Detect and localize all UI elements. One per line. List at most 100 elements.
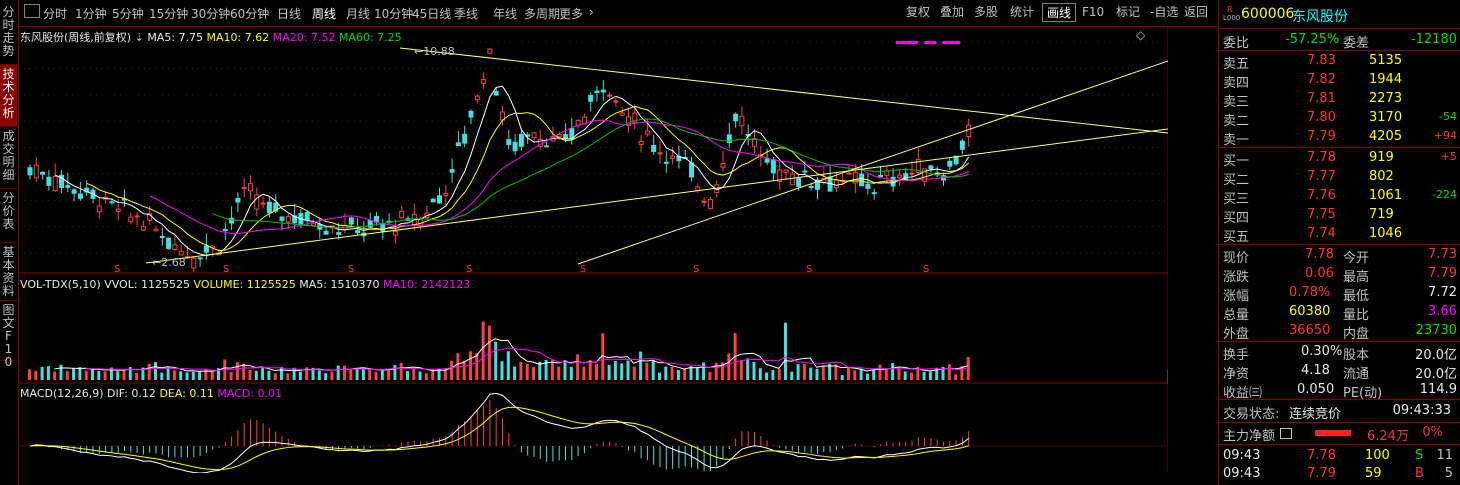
toolbar-menu-icon[interactable]: [24, 4, 40, 18]
vol-indicator-name[interactable]: VOL-TDX(5,10): [20, 278, 101, 291]
stock-name[interactable]: 东风股份: [1292, 6, 1348, 26]
candle-body: [663, 161, 669, 164]
volume-bar: [815, 368, 819, 380]
volume-bar: [532, 367, 535, 380]
toolbar-button-5[interactable]: F10: [1078, 3, 1108, 22]
period-9[interactable]: 10分钟: [374, 5, 413, 22]
period-7[interactable]: 周线: [312, 5, 336, 22]
candle-body: [96, 205, 102, 213]
ask-row-2[interactable]: 卖三 7.81 2273: [1219, 90, 1460, 110]
ask-row-4[interactable]: 卖一 7.79 4205 +94: [1219, 128, 1460, 148]
candle-body: [304, 211, 310, 221]
candle-body: [613, 100, 619, 103]
period-5[interactable]: 60分钟: [230, 5, 269, 22]
volume-bar: [664, 366, 668, 380]
volume-bar: [437, 369, 441, 380]
candle-body: [833, 179, 839, 189]
volume-bar: [399, 362, 403, 380]
candle-body: [71, 189, 77, 194]
candle-body: [266, 201, 272, 214]
period-6[interactable]: 日线: [277, 5, 301, 22]
bid-row-0[interactable]: 买一 7.78 919 +5: [1219, 149, 1460, 169]
volume-bar: [210, 371, 214, 380]
period-11[interactable]: 季线: [454, 5, 478, 22]
volume-bar: [387, 368, 391, 380]
candle-body: [474, 95, 480, 101]
volume-bar: [670, 366, 674, 380]
volume-bar: [658, 372, 661, 380]
main-flow-row[interactable]: 主力净额 6.24万 0%: [1219, 424, 1460, 444]
volume-bar: [802, 364, 806, 380]
left-tab-1[interactable]: 技术分析: [0, 65, 17, 127]
left-tab-4[interactable]: 基本资料: [0, 243, 17, 301]
volume-bar: [513, 366, 517, 380]
bid-row-3[interactable]: 买四 7.75 719: [1219, 206, 1460, 226]
toolbar-button-6[interactable]: 标记: [1112, 3, 1144, 22]
candle-body: [789, 173, 795, 186]
volume-bar: [809, 367, 813, 380]
left-tab-3[interactable]: 分价表: [0, 189, 17, 243]
quote-panel: R L000 600006 东风股份 委比 -57.25% 委差 -12180 卖五 7.83 51…: [1218, 0, 1460, 485]
ask-row-0[interactable]: 卖五 7.83 5135: [1219, 52, 1460, 72]
bid-row-4[interactable]: 买五 7.74 1046: [1219, 225, 1460, 245]
trendline-lower: [145, 128, 1168, 264]
more-arrow-icon[interactable]: ›: [589, 5, 594, 19]
market-badge: R: [1227, 5, 1233, 14]
volume-bar: [494, 341, 498, 380]
volume-bar: [645, 362, 649, 380]
candle-body: [481, 79, 487, 84]
macd-indicator-name[interactable]: MACD(12,26,9): [20, 387, 104, 400]
period-12[interactable]: 年线: [493, 5, 517, 22]
toolbar-button-0[interactable]: 复权: [902, 3, 934, 22]
volume-bar: [859, 368, 863, 380]
period-0[interactable]: 分时: [43, 5, 67, 22]
left-tab-5[interactable]: 图文F10: [0, 301, 17, 369]
toolbar-button-1[interactable]: 叠加: [936, 3, 968, 22]
volume-bar: [273, 373, 277, 380]
volume-bar: [34, 370, 38, 380]
left-tab-2[interactable]: 成交明细: [0, 127, 17, 189]
s-signal-marker-1: S: [223, 264, 229, 275]
period-4[interactable]: 30分钟: [191, 5, 230, 22]
left-tab-0[interactable]: 分时走势: [0, 3, 17, 65]
candle-body: [153, 228, 159, 232]
candle-body: [896, 174, 902, 178]
period-13[interactable]: 多周期: [524, 5, 560, 22]
candle-body: [569, 128, 575, 139]
candle-body: [909, 172, 915, 175]
period-1[interactable]: 1分钟: [75, 5, 107, 22]
volume-bar: [821, 365, 825, 380]
volume-bar: [903, 371, 907, 380]
candle-body: [248, 183, 253, 192]
period-2[interactable]: 5分钟: [112, 5, 144, 22]
candle-body: [109, 201, 115, 204]
main-flow-toggle-icon[interactable]: [1280, 428, 1292, 439]
volume-bar: [897, 367, 901, 380]
tick-row-1: 09:43 7.79 59 B 5: [1223, 466, 1453, 481]
period-8[interactable]: 月线: [346, 5, 370, 22]
volume-bar: [746, 358, 750, 380]
tick-row-0: 09:43 7.78 100 S 11: [1223, 448, 1453, 463]
main-flow-bar: [1315, 430, 1351, 436]
volume-bar: [595, 363, 598, 380]
candle-body: [619, 112, 625, 116]
ask-row-3[interactable]: 卖二 7.80 3170 -54: [1219, 109, 1460, 129]
toolbar-button-4[interactable]: 画线: [1042, 3, 1077, 22]
volume-bar: [651, 359, 655, 380]
candle-body: [348, 217, 354, 225]
chart-canvas[interactable]: 11.0010.009.008.007.006.005.004.003.008.…: [18, 26, 1168, 473]
toolbar-button-7[interactable]: -自选: [1146, 3, 1182, 22]
period-3[interactable]: 15分钟: [149, 5, 188, 22]
toolbar-button-2[interactable]: 多股: [970, 3, 1002, 22]
volume-bar: [910, 372, 913, 380]
bid-row-2[interactable]: 买三 7.76 1061 -224: [1219, 187, 1460, 207]
candle-body: [468, 110, 474, 118]
bid-row-1[interactable]: 买二 7.77 802: [1219, 168, 1460, 188]
toolbar-button-8[interactable]: 返回: [1180, 3, 1212, 22]
toolbar-button-3[interactable]: 统计: [1006, 3, 1038, 22]
period-14[interactable]: 更多: [559, 5, 583, 22]
period-10[interactable]: 45日线: [412, 5, 451, 22]
stock-code[interactable]: 600006: [1241, 6, 1294, 22]
volume-bar: [286, 373, 290, 380]
ask-row-1[interactable]: 卖四 7.82 1944: [1219, 71, 1460, 91]
